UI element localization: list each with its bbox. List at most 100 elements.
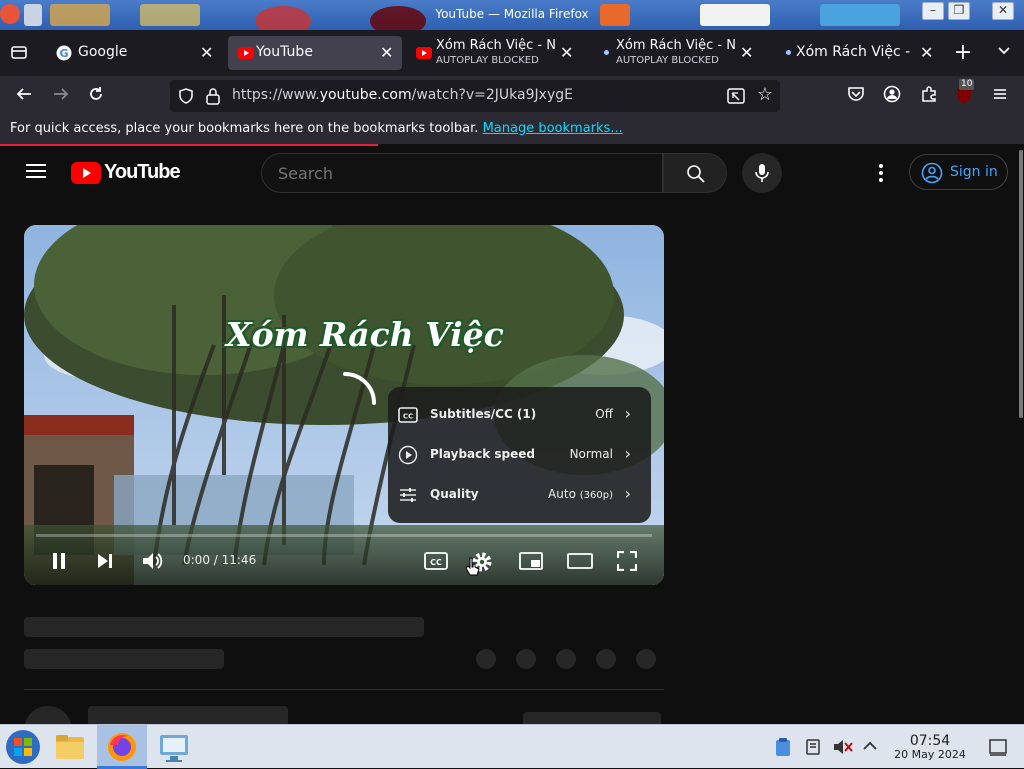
lock-icon[interactable]	[205, 87, 221, 105]
reload-icon[interactable]	[85, 85, 107, 107]
url-path: /watch?v=2JUka9JxygE	[411, 87, 573, 103]
navigation-toolbar: https://www.youtube.com/watch?v=2JUka9Jx…	[0, 76, 1024, 116]
start-menu-icon[interactable]	[4, 728, 42, 766]
menu-item-subtitles[interactable]: CC Subtitles/CC (1) Off ›	[388, 395, 651, 435]
close-button[interactable]: ✕	[992, 2, 1014, 20]
back-icon[interactable]	[13, 85, 35, 107]
url-text[interactable]: https://www.youtube.com/watch?v=2JUka9Jx…	[232, 87, 573, 103]
mouse-cursor-icon	[465, 557, 480, 576]
forward-icon[interactable]	[50, 85, 72, 107]
pocket-icon[interactable]	[845, 85, 867, 107]
account-icon[interactable]	[881, 85, 903, 107]
fullscreen-icon[interactable]	[617, 551, 637, 571]
more-options-icon[interactable]	[870, 162, 892, 184]
volume-muted-icon[interactable]	[833, 737, 853, 757]
chevron-up-icon[interactable]	[862, 740, 878, 752]
autoplay-blocked-label: AUTOPLAY BLOCKED	[436, 55, 539, 66]
action-placeholder	[476, 649, 496, 669]
window-titlebar: YouTube — Mozilla Firefox – ❐ ✕	[0, 0, 1024, 30]
tab-xom-rach-viec-2[interactable]: Xóm Rách Việc - N AUTOPLAY BLOCKED ✕	[588, 36, 762, 70]
quality-value: Auto	[548, 487, 576, 501]
action-placeholder	[636, 649, 656, 669]
autoplay-blocked-label: AUTOPLAY BLOCKED	[616, 55, 719, 66]
taskbar-firefox-button[interactable]	[97, 725, 147, 769]
youtube-logo-text: YouTube	[104, 161, 181, 183]
search-button[interactable]	[663, 153, 727, 193]
subtitles-button-icon[interactable]: CC	[424, 551, 448, 571]
sign-in-button[interactable]: Sign in	[909, 154, 1008, 190]
search-input[interactable]	[278, 164, 638, 183]
progress-bar[interactable]	[36, 534, 652, 537]
close-tab-icon[interactable]: ✕	[740, 43, 753, 62]
next-video-icon[interactable]	[96, 552, 114, 570]
menu-item-label: Playback speed	[430, 447, 536, 461]
scrollbar-thumb[interactable]	[1019, 150, 1023, 418]
extension-badge: 10	[959, 79, 975, 90]
loading-dot-icon	[786, 50, 791, 55]
ublock-origin-icon[interactable]: 10	[953, 79, 975, 107]
show-desktop-icon[interactable]	[988, 737, 1008, 757]
loading-dot-icon	[604, 50, 609, 55]
bookmarks-hint: For quick access, place your bookmarks h…	[10, 121, 623, 136]
close-tab-icon[interactable]: ✕	[920, 43, 933, 62]
extensions-icon[interactable]	[918, 85, 940, 107]
url-prefix: https://www.	[232, 87, 320, 103]
quality-resolution: (360p)	[579, 490, 613, 501]
tab-xom-rach-viec-3[interactable]: Xóm Rách Việc - N ✕	[768, 36, 942, 70]
youtube-icon	[238, 47, 254, 59]
tab-label: YouTube	[256, 44, 313, 60]
youtube-header: YouTube Sign in	[0, 146, 1018, 202]
svg-text:CC: CC	[403, 413, 413, 421]
maximize-button[interactable]: ❐	[948, 2, 970, 20]
close-tab-icon[interactable]: ✕	[380, 43, 393, 62]
tab-youtube[interactable]: YouTube ✕	[228, 36, 402, 70]
close-tab-icon[interactable]: ✕	[200, 43, 213, 62]
control-panel-icon[interactable]	[158, 731, 190, 763]
clipboard-tray-icon[interactable]	[774, 737, 792, 757]
minimize-button[interactable]: –	[922, 2, 944, 20]
menu-hamburger-icon[interactable]	[989, 85, 1011, 107]
chevron-right-icon: ›	[624, 484, 631, 503]
volume-icon[interactable]	[142, 551, 164, 571]
list-all-tabs-icon[interactable]	[993, 42, 1015, 64]
bookmark-star-icon[interactable]: ☆	[754, 84, 776, 106]
playback-speed-icon	[398, 445, 418, 465]
taskbar: 07:54 20 May 2024	[0, 724, 1024, 769]
search-box[interactable]	[261, 153, 663, 193]
svg-text:CC: CC	[430, 558, 442, 567]
action-placeholder	[516, 649, 536, 669]
miniplayer-icon[interactable]	[519, 552, 543, 570]
youtube-logo-icon	[71, 162, 101, 184]
bookmarks-message: For quick access, place your bookmarks h…	[10, 121, 479, 136]
clock-date: 20 May 2024	[894, 748, 966, 761]
file-manager-icon[interactable]	[54, 731, 86, 763]
manage-bookmarks-link[interactable]: Manage bookmarks...	[483, 121, 623, 136]
guide-menu-icon[interactable]	[25, 162, 47, 184]
video-title-overlay: Xóm Rách Việc	[226, 315, 504, 354]
tab-label: Xóm Rách Việc - N	[436, 38, 556, 53]
time-display: 0:00 / 11:46	[183, 553, 257, 567]
pause-icon[interactable]	[50, 552, 68, 570]
storage-device-icon[interactable]	[804, 738, 822, 756]
system-clock[interactable]: 07:54 20 May 2024	[890, 733, 970, 761]
bookmarks-toolbar: For quick access, place your bookmarks h…	[0, 116, 1024, 144]
loading-spinner-icon	[343, 372, 376, 405]
action-placeholder	[556, 649, 576, 669]
picture-in-picture-icon[interactable]	[727, 88, 745, 104]
theater-mode-icon[interactable]	[567, 553, 593, 569]
close-tab-icon[interactable]: ✕	[560, 43, 573, 62]
shield-icon[interactable]	[178, 88, 194, 104]
address-bar[interactable]: https://www.youtube.com/watch?v=2JUka9Jx…	[170, 80, 780, 112]
video-player[interactable]: Xóm Rách Việc CC Subtitles/CC (1) Off › …	[24, 225, 664, 585]
menu-item-playback-speed[interactable]: Playback speed Normal ›	[388, 435, 651, 475]
tab-google[interactable]: G Google ✕	[46, 36, 222, 70]
menu-item-quality[interactable]: Quality Auto (360p) ›	[388, 475, 651, 515]
new-tab-button[interactable]: +	[952, 42, 974, 64]
voice-search-button[interactable]	[742, 153, 782, 193]
tab-strip: G Google ✕ YouTube ✕ Xóm Rách Việc - N A…	[0, 30, 1024, 76]
settings-menu: CC Subtitles/CC (1) Off › Playback speed…	[388, 387, 651, 523]
tab-xom-rach-viec-1[interactable]: Xóm Rách Việc - N AUTOPLAY BLOCKED ✕	[408, 36, 582, 70]
tab-list-icon[interactable]	[8, 42, 30, 64]
menu-item-value: Auto (360p)	[548, 487, 613, 501]
url-domain: youtube.com	[319, 87, 412, 103]
